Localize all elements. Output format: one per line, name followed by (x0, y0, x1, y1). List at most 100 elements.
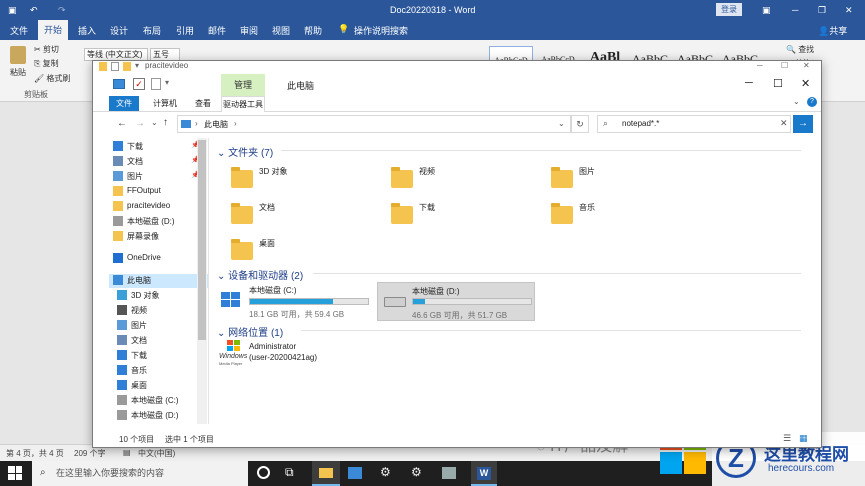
folder-item[interactable]: 视频 (391, 162, 541, 194)
manage-tab-header[interactable]: 管理 (221, 74, 265, 96)
new-folder-icon[interactable] (123, 62, 131, 71)
format-painter-button[interactable]: 🖌 格式刷 (34, 73, 70, 84)
search-icon: ⌕ (40, 467, 46, 478)
nav-item[interactable]: 此电脑 (109, 274, 208, 288)
drive-icon-tile (231, 292, 240, 299)
address-bar[interactable]: › 此电脑 › ⌄ (177, 115, 571, 133)
tab-drive-tools[interactable]: 驱动器工具 (221, 96, 265, 112)
properties-icon[interactable] (111, 62, 119, 71)
paste-icon[interactable] (10, 46, 26, 64)
folders-section-header[interactable]: ⌄ 文件夹 (7) (217, 144, 273, 159)
maximize-icon[interactable]: ☐ (773, 77, 783, 90)
network-section-header[interactable]: ⌄ 网络位置 (1) (217, 324, 283, 339)
login-button[interactable]: 登录 (716, 3, 742, 16)
item-count: 10 个项目 (119, 435, 155, 444)
nav-item-label: OneDrive (127, 253, 161, 262)
details-view-icon[interactable]: ☰ (783, 433, 791, 444)
word-icon: W (477, 467, 491, 480)
save-icon[interactable]: ▣ (8, 5, 17, 16)
ribbon-options-icon[interactable]: ▣ (762, 5, 771, 16)
app-icon[interactable] (348, 467, 362, 479)
back-icon[interactable]: ← (117, 118, 127, 129)
drive-item-c[interactable]: 本地磁盘 (C:) 18.1 GB 可用，共 59.4 GB (219, 284, 373, 320)
share-button[interactable]: 👤共享 (818, 24, 847, 37)
minimize-icon[interactable]: ─ (792, 5, 798, 15)
tab-computer[interactable]: 计算机 (153, 98, 177, 109)
cortana-icon[interactable] (257, 466, 270, 479)
qa-customize-icon[interactable]: ▾ (165, 78, 169, 87)
folder-item[interactable]: 图片 (551, 162, 701, 194)
tab-file[interactable]: 文件 (109, 96, 139, 111)
task-view-icon[interactable]: ⧉ (285, 465, 294, 480)
tab-review[interactable]: 审阅 (240, 24, 258, 37)
folder-item[interactable]: 桌面 (231, 234, 381, 266)
proofing-icon[interactable]: ▤ (123, 448, 131, 457)
refresh-icon[interactable]: ↻ (571, 115, 589, 133)
explorer-titlebar: ✓ ▾ 管理 此电脑 ─ ☐ ✕ (93, 74, 821, 96)
taskbar-word[interactable]: W (471, 461, 497, 486)
start-icon-tile (15, 473, 22, 480)
app-icon[interactable] (442, 467, 456, 479)
drive-item-d[interactable]: 本地磁盘 (D:) 46.6 GB 可用，共 51.7 GB (377, 282, 535, 321)
breadcrumb-this-pc[interactable]: 此电脑 (204, 119, 228, 130)
taskbar-search-box[interactable]: 在这里输入你要搜索的内容 (32, 461, 248, 486)
minimize-icon[interactable]: ─ (745, 77, 753, 89)
tab-mailings[interactable]: 邮件 (208, 24, 226, 37)
address-dropdown-icon[interactable]: ⌄ (558, 119, 565, 128)
up-icon[interactable]: ↑ (163, 117, 168, 128)
clear-search-icon[interactable]: ✕ (780, 118, 788, 129)
qa-close-icon[interactable]: ✕ (803, 61, 810, 70)
qa-min-icon[interactable]: ─ (757, 61, 763, 70)
paste-label[interactable]: 粘贴 (10, 67, 26, 78)
close-icon[interactable]: ✕ (845, 5, 853, 16)
qa-dropdown-icon[interactable]: ▾ (135, 61, 139, 70)
page-count[interactable]: 第 4 页，共 4 页 (6, 448, 64, 459)
language-label[interactable]: 中文(中国) (138, 448, 175, 459)
tell-me-search[interactable]: 操作说明搜索 (354, 24, 408, 37)
settings-icon[interactable]: ⚙ (380, 465, 391, 479)
tiles-view-icon[interactable]: ▦ (799, 433, 808, 444)
folder-item[interactable]: 下载 (391, 198, 541, 230)
music-icon (551, 203, 573, 224)
qa-max-icon[interactable]: ☐ (781, 61, 788, 70)
cut-button[interactable]: ✂ 剪切 (34, 44, 59, 55)
word-count[interactable]: 209 个字 (74, 448, 106, 459)
network-item[interactable]: Windows Media Player Administrator (user… (219, 338, 419, 372)
tab-file[interactable]: 文件 (10, 24, 28, 37)
close-icon[interactable]: ✕ (801, 77, 810, 90)
start-icon[interactable] (8, 466, 22, 480)
search-go-button[interactable]: → (793, 115, 813, 133)
restore-icon[interactable]: ❐ (818, 5, 826, 16)
nav-scroll-thumb[interactable] (198, 140, 206, 340)
blank-file-icon[interactable] (151, 78, 161, 90)
tab-help[interactable]: 帮助 (304, 24, 322, 37)
tab-layout[interactable]: 布局 (143, 24, 161, 37)
taskbar-file-explorer[interactable] (312, 461, 340, 486)
logo-tile (684, 452, 706, 474)
find-button[interactable]: 🔍 查找 (786, 44, 814, 55)
tab-view[interactable]: 视图 (272, 24, 290, 37)
help-icon[interactable]: ? (807, 97, 817, 107)
search-box[interactable]: ⌕ notepad*.* ✕ (597, 115, 791, 133)
forward-icon[interactable]: → (135, 118, 145, 129)
devices-section-header[interactable]: ⌄ 设备和驱动器 (2) (217, 267, 303, 282)
tab-design[interactable]: 设计 (110, 24, 128, 37)
nav-scrollbar[interactable] (197, 138, 207, 424)
tab-home[interactable]: 开始 (38, 20, 68, 40)
folder-item[interactable]: 音乐 (551, 198, 701, 230)
ribbon-expand-icon[interactable]: ⌄ (793, 97, 800, 106)
search-input[interactable]: notepad*.* (622, 119, 659, 128)
network-name: Administrator (249, 342, 297, 351)
tab-references[interactable]: 引用 (176, 24, 194, 37)
tab-view[interactable]: 查看 (195, 98, 211, 109)
copy-button[interactable]: ⎘ 复制 (34, 58, 59, 69)
checkbox-icon[interactable]: ✓ (133, 78, 145, 90)
tab-insert[interactable]: 插入 (78, 24, 96, 37)
recent-dropdown-icon[interactable]: ⌄ (151, 118, 158, 127)
folder-item[interactable]: 3D 对象 (231, 162, 381, 194)
gear-icon[interactable]: ⚙ (411, 465, 422, 479)
folder-item[interactable]: 文档 (231, 198, 381, 230)
breadcrumb-separator-icon: › (234, 119, 237, 128)
redo-icon[interactable]: ↷ (58, 5, 66, 16)
undo-icon[interactable]: ↶ (30, 5, 38, 16)
